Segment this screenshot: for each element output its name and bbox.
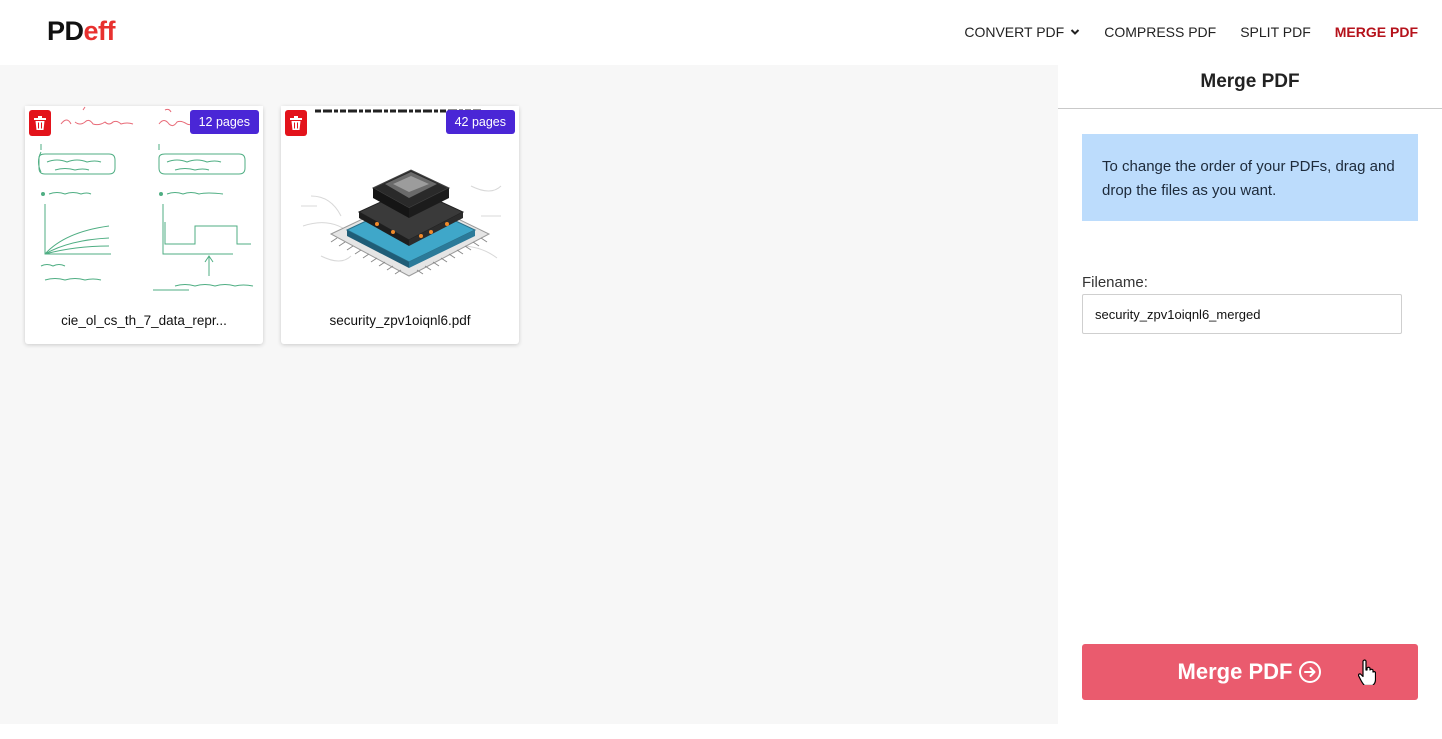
file-card[interactable]: 12 pages cie_ol_cs_th_7_data_repr... bbox=[25, 106, 263, 344]
page-count-badge: 12 pages bbox=[189, 110, 259, 134]
pdeff-logo[interactable]: PDeff bbox=[47, 16, 116, 47]
nav-merge-pdf[interactable]: MERGE PDF bbox=[1335, 24, 1418, 40]
trash-icon bbox=[34, 116, 46, 130]
files-workspace: 12 pages cie_ol_cs_th_7_data_repr... 42 … bbox=[0, 65, 1058, 724]
chevron-down-icon bbox=[1070, 29, 1080, 35]
file-name: security_zpv1oiqnl6.pdf bbox=[329, 313, 471, 328]
merge-button-label: Merge PDF bbox=[1177, 659, 1293, 684]
main-nav: CONVERT PDF COMPRESS PDF SPLIT PDF MERGE… bbox=[964, 24, 1418, 40]
file-thumbnail bbox=[281, 106, 519, 298]
nav-compress-pdf[interactable]: COMPRESS PDF bbox=[1104, 24, 1216, 40]
panel-title: Merge PDF bbox=[1058, 65, 1442, 109]
trash-icon bbox=[290, 116, 302, 130]
nav-convert-pdf[interactable]: CONVERT PDF bbox=[964, 24, 1080, 40]
top-header: PDeff CONVERT PDF COMPRESS PDF SPLIT PDF… bbox=[0, 0, 1442, 65]
file-name: cie_ol_cs_th_7_data_repr... bbox=[61, 313, 227, 328]
handwritten-notes-thumbnail bbox=[25, 106, 263, 298]
page-count-badge: 42 pages bbox=[445, 110, 515, 134]
file-card[interactable]: 42 pages security_zpv1oiqnl6.pdf bbox=[281, 106, 519, 344]
delete-file-button[interactable] bbox=[29, 110, 51, 136]
nav-split-pdf[interactable]: SPLIT PDF bbox=[1240, 24, 1311, 40]
file-thumbnail bbox=[25, 106, 263, 298]
hand-cursor-icon bbox=[1358, 659, 1376, 685]
filename-input[interactable] bbox=[1082, 294, 1402, 334]
info-message: To change the order of your PDFs, drag a… bbox=[1082, 134, 1418, 221]
merge-options-panel: Merge PDF To change the order of your PD… bbox=[1058, 65, 1442, 724]
arrow-right-circle-icon bbox=[1299, 661, 1322, 683]
filename-label: Filename: bbox=[1082, 274, 1148, 291]
delete-file-button[interactable] bbox=[285, 110, 307, 136]
cpu-chip-thumbnail bbox=[281, 106, 519, 298]
